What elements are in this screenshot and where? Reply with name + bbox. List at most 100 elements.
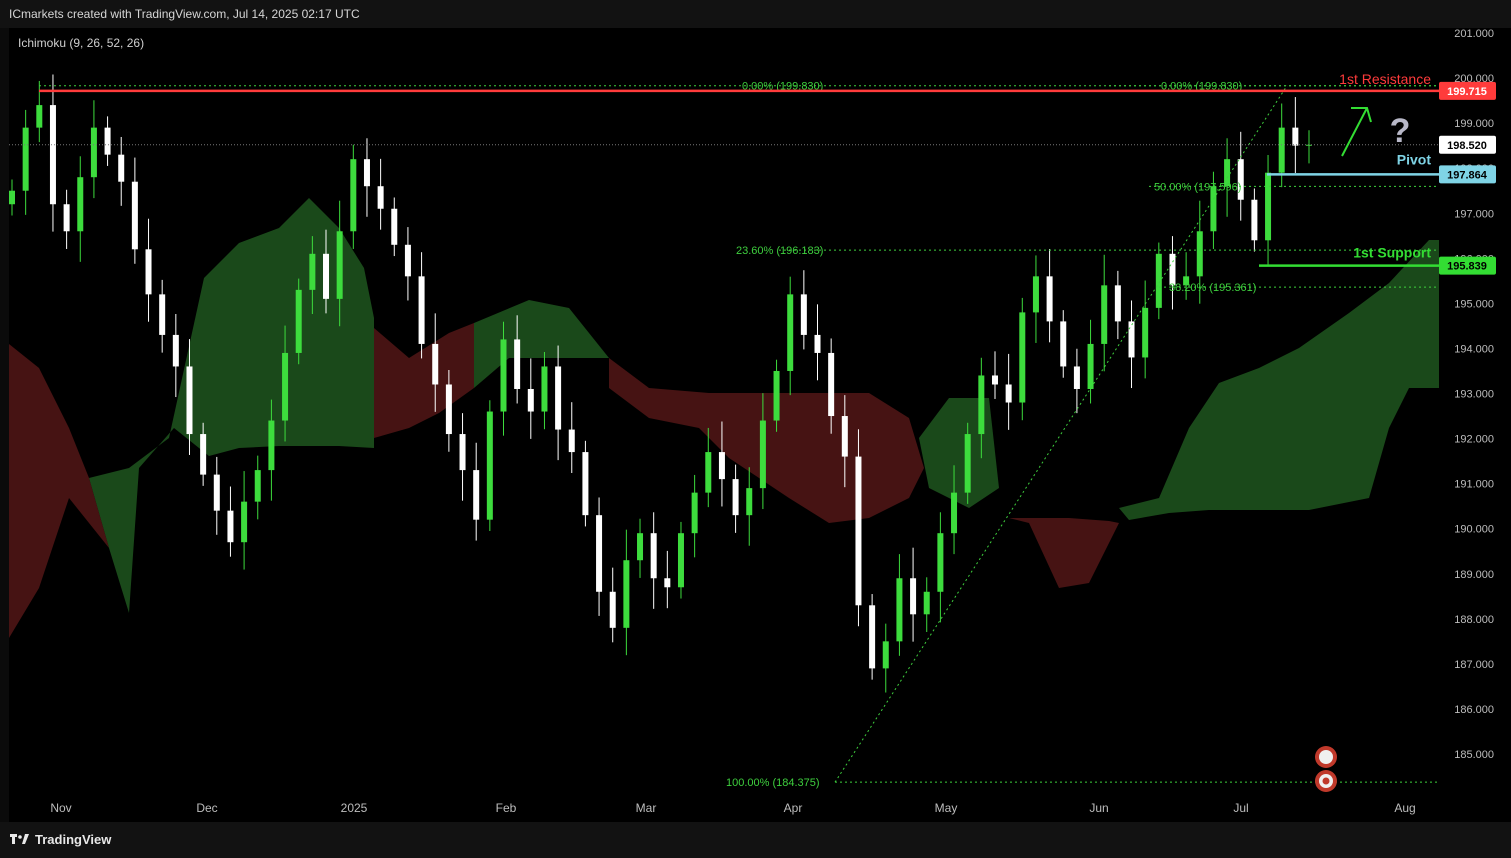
uk-flag-event-inner	[1319, 750, 1333, 764]
tradingview-logo[interactable]: TradingView	[10, 832, 111, 847]
y-axis-tick: 187.000	[1454, 659, 1494, 671]
resistance-label: 1st Resistance	[1339, 71, 1431, 87]
candle-body	[787, 294, 794, 371]
candle-body	[1005, 384, 1012, 403]
candle-body	[363, 159, 370, 187]
y-axis-tick: 189.000	[1454, 569, 1494, 581]
candle-body	[254, 470, 261, 502]
candle-body	[9, 190, 15, 205]
x-axis-tick: Mar	[636, 801, 657, 815]
resistance-badge-text: 199.715	[1447, 86, 1487, 98]
x-axis-tick: Aug	[1394, 801, 1415, 815]
y-axis-tick: 199.000	[1454, 118, 1494, 130]
candle-body	[295, 289, 302, 353]
candle-body	[404, 244, 411, 277]
fib-level-label: 50.00% (197.596)	[1154, 181, 1241, 193]
candle-body	[800, 294, 807, 335]
support-label: 1st Support	[1353, 245, 1431, 261]
candle-body	[978, 375, 985, 435]
candle-body	[377, 186, 384, 209]
candle-body	[664, 578, 671, 588]
candle-body	[869, 605, 876, 669]
candle-body	[773, 370, 780, 421]
candle-body	[432, 343, 439, 385]
tradingview-icon	[10, 833, 29, 844]
candle-body	[500, 339, 507, 412]
price-chart[interactable]: 0.00% (199.830) 0.00% (199.830)50.00% (19…	[9, 28, 1511, 822]
question-mark: ?	[1390, 112, 1411, 150]
candle-body	[282, 352, 289, 421]
candle-body	[63, 204, 70, 232]
candle-body	[555, 366, 562, 430]
candle-body	[22, 127, 29, 191]
candle-body	[186, 366, 193, 435]
candle-body	[882, 641, 889, 669]
candle-body	[1128, 321, 1135, 358]
candle-body	[841, 416, 848, 457]
candle-body	[1087, 343, 1094, 389]
top-bar: ICmarkets created with TradingView.com, …	[0, 0, 1511, 28]
candle-body	[650, 533, 657, 579]
candle-body	[951, 492, 958, 534]
candle-body	[896, 578, 903, 642]
x-axis-tick: 2025	[341, 801, 368, 815]
y-axis-tick: 185.000	[1454, 749, 1494, 761]
chart-area[interactable]: 0.00% (199.830) 0.00% (199.830) 50.00% (19…	[9, 28, 1511, 822]
y-axis-tick: 186.000	[1454, 704, 1494, 716]
candle-body	[623, 560, 630, 628]
candle-body	[391, 208, 398, 245]
x-axis-tick: Nov	[50, 801, 71, 815]
candle-body	[1169, 253, 1176, 286]
candle-body	[1060, 321, 1067, 367]
candle-body	[159, 294, 166, 335]
candle-body	[910, 578, 917, 615]
candle-body	[937, 533, 944, 592]
candle-body	[1251, 199, 1258, 241]
bottom-bar: TradingView	[0, 822, 1511, 858]
candle-body	[1142, 307, 1149, 358]
y-axis-tick: 201.000	[1454, 28, 1494, 40]
candle-body	[828, 352, 835, 417]
y-axis-tick: 190.000	[1454, 524, 1494, 536]
japan-flag-event-dot	[1322, 777, 1330, 785]
indicator-label: Ichimoku (9, 26, 52, 26)	[18, 36, 145, 50]
fib-level-label: 38.20% (195.361)	[1169, 282, 1256, 294]
candle-body	[227, 510, 234, 543]
candle-body	[691, 492, 698, 534]
candle-body	[964, 434, 971, 493]
pivot-label: Pivot	[1397, 151, 1432, 167]
candle-body	[309, 253, 316, 290]
candle-body	[541, 366, 548, 412]
candle-body	[705, 452, 712, 493]
x-axis-tick: Feb	[496, 801, 517, 815]
candle-body	[1019, 312, 1026, 403]
tradingview-brand: TradingView	[35, 832, 112, 847]
candle-body	[336, 231, 343, 299]
candle-body	[350, 159, 357, 232]
candle-body	[1032, 276, 1039, 313]
last-price-badge-text: 198.520	[1447, 140, 1487, 152]
candle-body	[746, 488, 753, 516]
candle-body	[473, 470, 480, 520]
candle-body	[1265, 172, 1272, 241]
candle-body	[445, 384, 452, 435]
candle-body	[1073, 366, 1080, 389]
fib-level-label: 100.00% (184.375)	[726, 777, 820, 789]
candle-body	[718, 452, 725, 480]
candle-body	[1278, 127, 1285, 173]
candle-body	[991, 375, 998, 385]
candle-body	[104, 127, 111, 155]
y-axis-tick: 194.000	[1454, 343, 1494, 355]
x-axis-tick: Jul	[1233, 801, 1248, 815]
candle-body	[1292, 127, 1299, 146]
candle-body	[1046, 276, 1053, 322]
x-axis-tick: Apr	[784, 801, 803, 815]
candle-body	[1114, 285, 1121, 322]
candle-body	[596, 515, 603, 592]
candle-body	[609, 591, 616, 628]
candle-body	[241, 501, 248, 543]
fib-level-label: 23.60% (196.183)	[736, 245, 823, 257]
x-axis-tick: Dec	[196, 801, 217, 815]
candle-body	[77, 177, 84, 232]
candle-body	[527, 388, 534, 412]
